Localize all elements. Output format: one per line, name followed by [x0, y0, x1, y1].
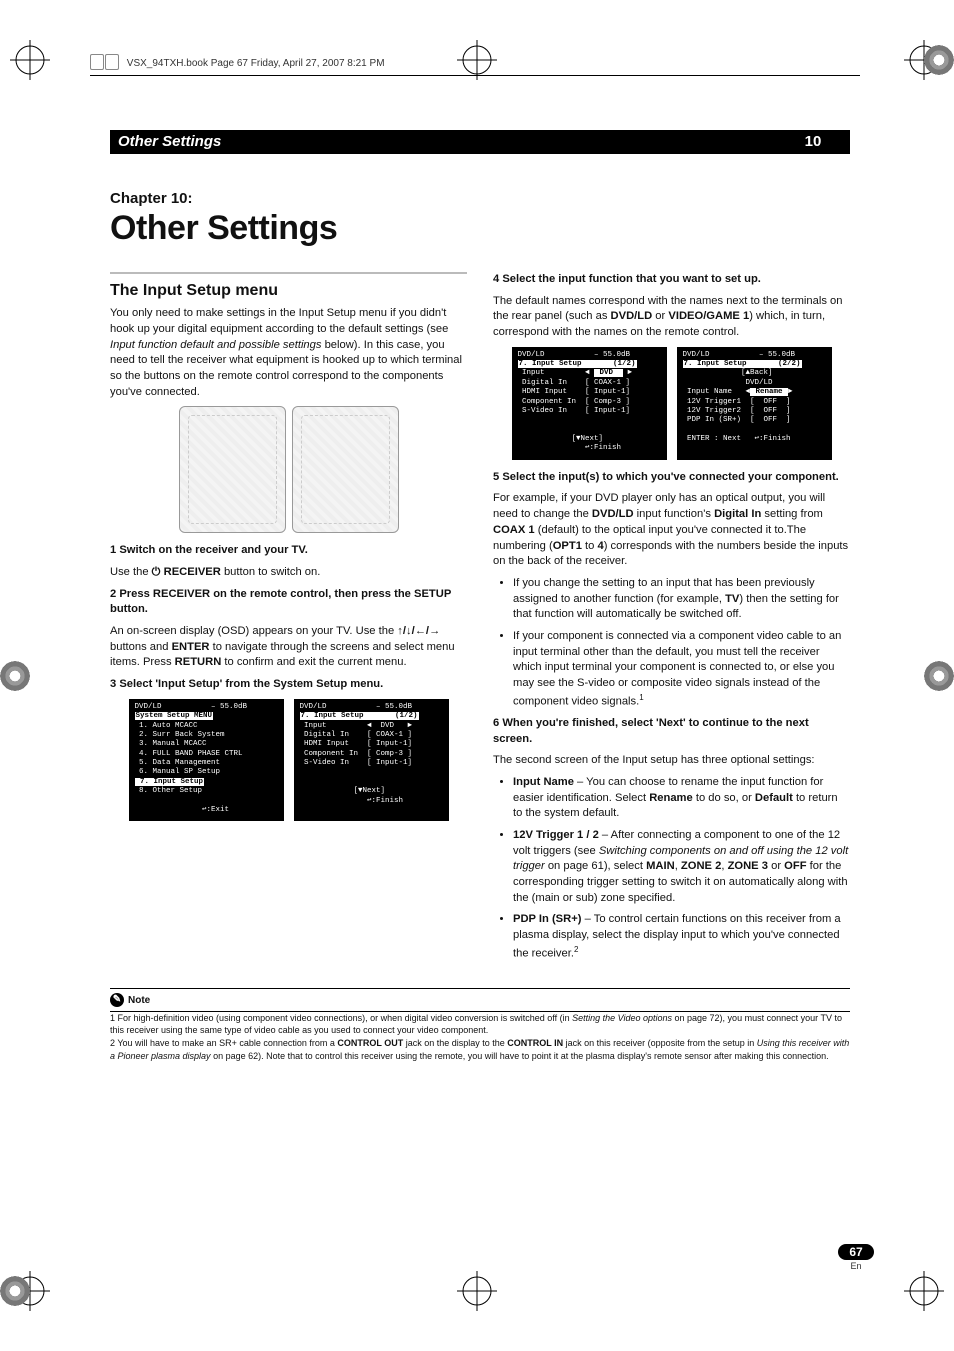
manual-page: VSX_94TXH.book Page 67 Friday, April 27,… [0, 0, 954, 1351]
page-number-badge: 67 En [838, 1244, 874, 1271]
page-content: Other Settings 10 Chapter 10: Other Sett… [110, 130, 850, 1063]
osd-row-step3: DVD/LD – 55.0dB System Setup MENU 1. Aut… [110, 699, 467, 822]
step-5-head: 5 Select the input(s) to which you've co… [493, 470, 850, 486]
osd-input-setup-page2: DVD/LD – 55.0dB 7. Input Setup (2/2) [▲B… [677, 347, 832, 460]
left-column: The Input Setup menu You only need to ma… [110, 272, 467, 968]
note-separator [110, 988, 850, 989]
footnote-1: 1 For high-definition video (using compo… [110, 1012, 850, 1036]
section-header-bar: Other Settings 10 [110, 130, 850, 154]
note-icon: ✎ [110, 993, 124, 1007]
dpad-arrows-icon: ↑/↓/←/→ [397, 624, 440, 640]
step-1-head: 1 Switch on the receiver and your TV. [110, 543, 467, 559]
book-icon [90, 54, 120, 73]
cropmark-icon [10, 40, 50, 80]
step5-bullets: If you change the setting to an input th… [493, 576, 850, 710]
power-icon [152, 566, 161, 578]
step-2-head: 2 Press RECEIVER on the remote control, … [110, 587, 467, 618]
print-donut-icon [924, 661, 954, 691]
osd-input-setup-dvd: DVD/LD – 55.0dB 7. Input Setup (1/2) Inp… [512, 347, 667, 460]
osd-input-setup-page1: DVD/LD – 55.0dB 7. Input Setup (1/2) Inp… [294, 699, 449, 822]
page-number: 67 [838, 1244, 874, 1260]
step-4-body: The default names correspond with the na… [493, 294, 850, 341]
footnote-ref-2: 2 [574, 945, 578, 954]
print-donut-icon [924, 45, 954, 75]
cropmark-icon [457, 1271, 497, 1311]
section-number-pill: 10 [776, 130, 850, 154]
section-title: Other Settings [118, 133, 221, 150]
step-6-head: 6 When you're finished, select 'Next' to… [493, 716, 850, 747]
step-2-body: An on-screen display (OSD) appears on yo… [110, 624, 467, 671]
step-1-body: Use the RECEIVER button to switch on. [110, 565, 467, 581]
remote-right-illustration [292, 406, 399, 533]
chapter-label: Chapter 10: [110, 190, 850, 207]
chapter-title: Other Settings [110, 209, 850, 248]
list-item: If your component is connected via a com… [513, 629, 850, 710]
list-item: If you change the setting to an input th… [513, 576, 850, 623]
step-3-head: 3 Select 'Input Setup' from the System S… [110, 677, 467, 693]
footnotes: 1 For high-definition video (using compo… [110, 1012, 850, 1062]
intro-paragraph: You only need to make settings in the In… [110, 306, 467, 400]
step-6-body: The second screen of the Input setup has… [493, 753, 850, 769]
list-item: PDP In (SR+) – To control certain functi… [513, 912, 850, 962]
step-5-body: For example, if your DVD player only has… [493, 491, 850, 569]
osd-row-step4: DVD/LD – 55.0dB 7. Input Setup (1/2) Inp… [493, 347, 850, 460]
footnote-ref-1: 1 [639, 693, 643, 702]
cropmark-icon [904, 1271, 944, 1311]
book-header-text: VSX_94TXH.book Page 67 Friday, April 27,… [127, 58, 385, 69]
framemaker-header: VSX_94TXH.book Page 67 Friday, April 27,… [90, 54, 860, 76]
print-donut-icon [0, 661, 30, 691]
footnote-2: 2 You will have to make an SR+ cable con… [110, 1037, 850, 1061]
step6-options: Input Name – You can choose to rename th… [493, 775, 850, 962]
input-setup-heading: The Input Setup menu [110, 272, 467, 302]
two-column-layout: The Input Setup menu You only need to ma… [110, 272, 850, 968]
step-4-head: 4 Select the input function that you wan… [493, 272, 850, 288]
right-column: 4 Select the input function that you wan… [493, 272, 850, 968]
note-badge: ✎ Note [110, 993, 150, 1007]
list-item: Input Name – You can choose to rename th… [513, 775, 850, 822]
osd-system-setup: DVD/LD – 55.0dB System Setup MENU 1. Aut… [129, 699, 284, 822]
list-item: 12V Trigger 1 / 2 – After connecting a c… [513, 828, 850, 906]
print-donut-icon [0, 1276, 30, 1306]
page-language: En [838, 1261, 874, 1271]
note-label: Note [128, 995, 150, 1006]
remote-illustration [110, 406, 467, 533]
remote-left-illustration [179, 406, 286, 533]
